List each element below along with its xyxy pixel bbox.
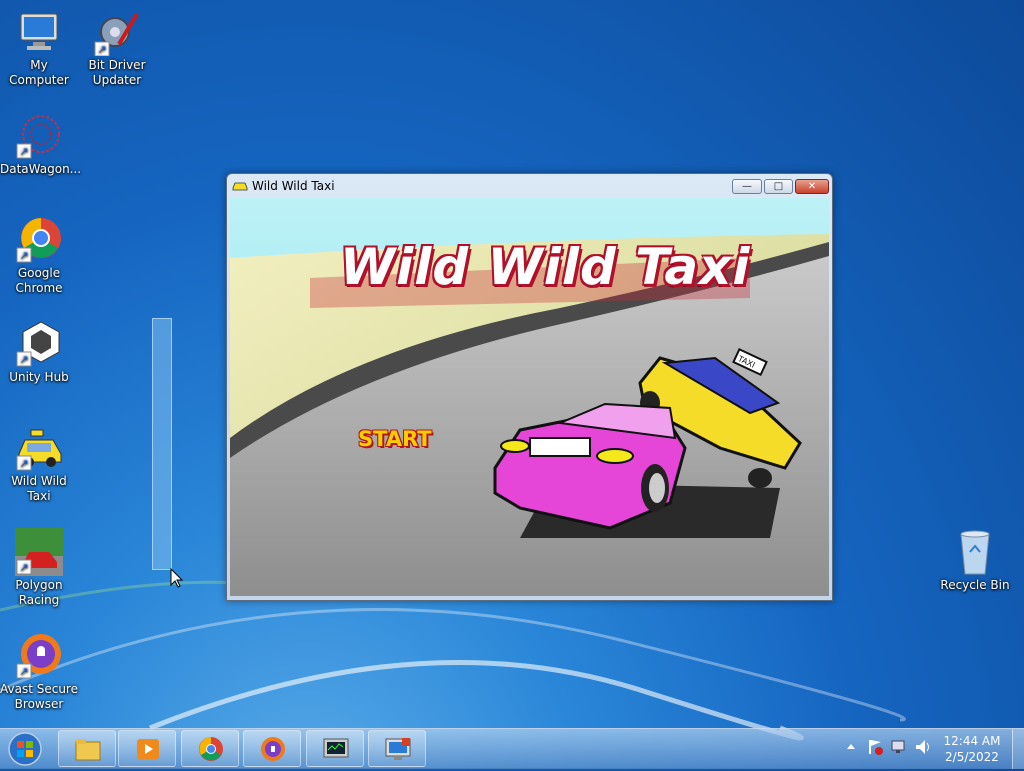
taskbar-file-explorer[interactable] [58,730,116,767]
desktop-icon-label: Wild Wild Taxi [11,474,67,503]
media-player-icon [137,739,159,759]
maximize-button[interactable]: □ [764,179,793,194]
task-manager-icon [323,738,349,758]
svg-text:↗: ↗ [19,249,28,262]
clock-date: 2/5/2022 [945,750,999,764]
computer-icon [15,8,63,56]
avast-icon: ↗ [15,632,63,680]
taxi-icon: ↗ [15,424,63,472]
desktop-icon-label: DataWagon... [0,162,82,176]
desktop-icon-my-computer[interactable]: My Computer [0,8,78,88]
desktop-icon-label: Avast Secure Browser [0,682,78,711]
clock-time: 12:44 AM [943,734,1001,748]
mouse-cursor-icon [170,568,184,588]
taskbar-task-manager[interactable] [306,730,364,767]
minimize-button[interactable]: — [732,179,762,194]
show-desktop-button[interactable] [1012,729,1024,769]
desktop-icon-label: Google Chrome [15,266,63,295]
taxi-icon [232,182,248,191]
taskbar-clock[interactable]: 12:44 AM 2/5/2022 [936,733,1008,765]
selection-rectangle [152,318,172,570]
minimize-icon: — [742,181,752,192]
chrome-icon [199,737,223,761]
racing-icon: ↗ [15,528,63,576]
start-button[interactable]: START [358,427,432,451]
desktop-icon-label: Bit Driver Updater [88,58,146,87]
game-canvas[interactable]: TAXI Wild Wild Taxi START [230,198,829,596]
window-title: Wild Wild Taxi [252,179,335,193]
taskbar-chrome[interactable] [181,730,239,767]
taskbar-avast[interactable] [243,730,301,767]
show-hidden-icons-arrow[interactable] [845,737,857,757]
svg-text:↗: ↗ [19,145,28,158]
svg-text:↗: ↗ [19,457,28,470]
maximize-icon: □ [773,181,784,192]
avast-icon [261,737,285,761]
desktop-icon-bit-driver-updater[interactable]: ↗ Bit Driver Updater [78,8,156,88]
svg-text:↗: ↗ [19,353,28,366]
gear-icon: ↗ [93,8,141,57]
desktop-icon-label: Polygon Racing [15,578,63,607]
desktop-icon-recycle-bin[interactable]: Recycle Bin [936,528,1014,593]
desktop-icon-label: My Computer [9,58,69,87]
file-explorer-icon [75,739,101,761]
remote-desktop-icon [385,738,411,760]
desktop-icon-avast-secure-browser[interactable]: ↗ Avast Secure Browser [0,632,78,712]
datawagon-icon: ↗ [15,112,63,160]
desktop-icon-unity-hub[interactable]: ↗ Unity Hub [0,320,78,385]
taskbar-remote-desktop[interactable] [368,730,426,767]
action-center-flag-icon[interactable] [866,737,884,757]
network-icon[interactable] [890,737,908,757]
svg-text:↗: ↗ [97,43,106,56]
chrome-icon: ↗ [15,216,63,264]
desktop-icon-google-chrome[interactable]: ↗ Google Chrome [0,216,78,296]
unity-icon: ↗ [15,320,63,368]
desktop-icon-label: Unity Hub [9,370,69,384]
svg-text:↗: ↗ [19,561,28,574]
start-button-orb[interactable] [6,731,44,767]
volume-icon[interactable] [914,737,932,757]
game-window[interactable]: Wild Wild Taxi — □ ✕ TAXI Wild Wild Taxi… [226,173,833,601]
svg-text:↗: ↗ [19,665,28,678]
desktop-icon-label: Recycle Bin [940,578,1010,592]
taskbar-media-player[interactable] [118,730,176,767]
desktop-icon-wild-wild-taxi[interactable]: ↗ Wild Wild Taxi [0,424,78,504]
window-titlebar[interactable]: Wild Wild Taxi — □ ✕ [227,174,832,198]
taskbar: 12:44 AM 2/5/2022 [0,728,1024,769]
close-icon: ✕ [807,181,817,192]
game-title-logo: Wild Wild Taxi [340,238,751,296]
close-button[interactable]: ✕ [795,179,829,194]
recycle-bin-icon [951,528,999,576]
desktop-icon-datawagon[interactable]: ↗ DataWagon... [0,112,82,177]
desktop-icon-polygon-racing[interactable]: ↗ Polygon Racing [0,528,78,608]
